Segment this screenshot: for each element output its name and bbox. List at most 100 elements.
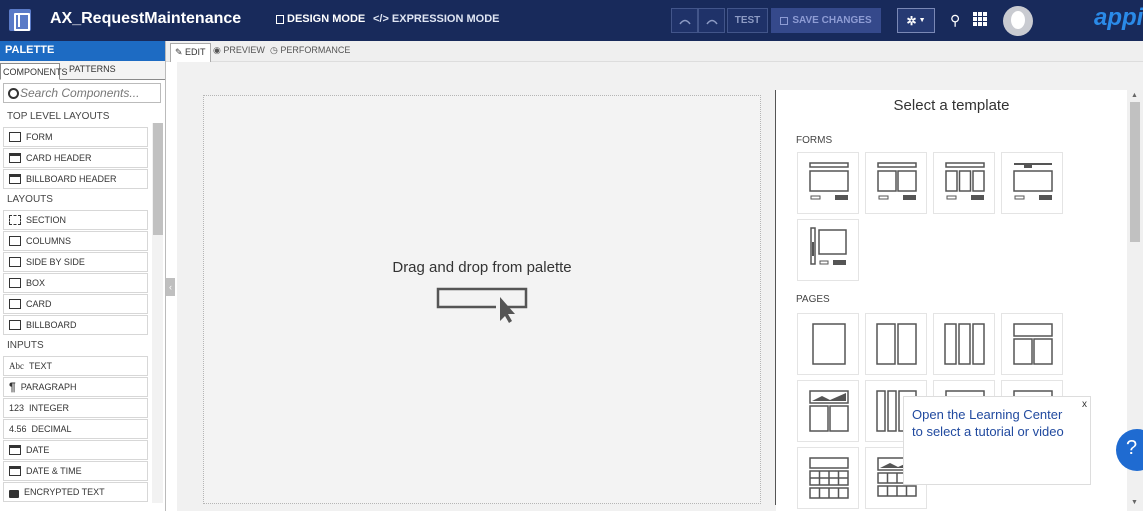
tab-performance[interactable]: ◷ PERFORMANCE [270,45,350,56]
palette-scrollbar[interactable] [152,123,163,503]
component-decimal[interactable]: 4.56 DECIMAL [3,419,148,439]
component-billboard[interactable]: BILLBOARD [3,315,148,335]
date-time-icon [9,466,21,476]
scroll-up-arrow[interactable]: ▲ [1131,92,1138,99]
palette-tabs: COMPONENTS PATTERNS [0,61,165,80]
section-inputs[interactable]: INPUTS [0,336,150,355]
tab-edit[interactable]: ✎ EDIT [170,43,211,62]
expression-mode-toggle[interactable]: </> EXPRESSION MODE [373,13,499,25]
template-form-2[interactable] [865,152,927,214]
learning-center-tooltip[interactable]: Open the Learning Center to select a tut… [903,396,1091,485]
template-page-2[interactable] [865,313,927,375]
page-three-column-icon [944,323,985,365]
component-card[interactable]: CARD [3,294,148,314]
card-icon [9,299,21,309]
palette-title: PALETTE [0,41,165,61]
component-billboard-header[interactable]: BILLBOARD HEADER [3,169,148,189]
palette-panel: PALETTE COMPONENTS PATTERNS Search Compo… [0,41,166,511]
undo-button[interactable] [671,8,698,33]
template-page-9[interactable] [797,447,859,509]
test-button[interactable]: TEST [727,8,768,33]
redo-button[interactable] [698,8,725,33]
pages-section-label: PAGES [796,294,830,305]
gear-icon: ✲ [906,13,917,28]
template-scroll-thumb[interactable] [1130,102,1140,242]
template-form-3[interactable] [933,152,995,214]
component-list: TOP LEVEL LAYOUTS FORM CARD HEADER BILLB… [0,107,150,503]
decimal-icon: 4.56 [9,424,27,434]
appian-logo: appia [1094,4,1143,31]
template-page-4[interactable] [1001,313,1063,375]
template-form-4[interactable] [1001,152,1063,214]
component-form[interactable]: FORM [3,127,148,147]
template-form-1[interactable] [797,152,859,214]
page-dashboard-grid-icon [809,457,849,499]
tab-patterns[interactable]: PATTERNS [69,64,116,74]
clock-icon: ◷ [270,45,281,55]
calendar-icon [9,445,21,455]
search-components-input[interactable]: Search Components... [3,83,161,103]
text-icon: Abc [9,361,24,371]
template-page-3[interactable] [933,313,995,375]
component-date-time[interactable]: DATE & TIME [3,461,148,481]
component-date[interactable]: DATE [3,440,148,460]
component-integer[interactable]: 123 INTEGER [3,398,148,418]
tooltip-line-2: to select a tutorial or video [912,424,1064,439]
avatar[interactable] [1003,6,1033,36]
component-paragraph[interactable]: ¶ PARAGRAPH [3,377,148,397]
template-page-1[interactable] [797,313,859,375]
form-template-icon [809,162,849,200]
undo-icon [678,19,691,24]
section-layouts[interactable]: LAYOUTS [0,190,150,209]
top-bar: AX_RequestMaintenance DESIGN MODE </> EXP… [0,0,1143,41]
billboard-icon [9,320,21,330]
component-section[interactable]: SECTION [3,210,148,230]
editor-tabs: ✎ EDIT ◉ PREVIEW ◷ PERFORMANCE [166,41,1143,62]
close-icon[interactable]: x [1082,399,1087,410]
object-search-icon[interactable]: ⚲ [950,12,960,29]
design-mode-toggle[interactable]: DESIGN MODE [276,13,365,25]
template-page-5[interactable] [797,380,859,442]
drop-zone[interactable]: Drag and drop from palette [203,95,761,504]
component-card-header[interactable]: CARD HEADER [3,148,148,168]
paragraph-icon: ¶ [9,380,16,394]
redo-icon [705,19,718,24]
form-three-column-icon [945,162,985,200]
page-billboard-icon [809,390,849,432]
integer-icon: 123 [9,403,25,413]
form-wizard-icon [1013,163,1053,200]
component-side-by-side[interactable]: SIDE BY SIDE [3,252,148,272]
section-icon [9,215,21,225]
app-grid-icon[interactable] [973,11,988,26]
component-text[interactable]: Abc TEXT [3,356,148,376]
billboard-header-icon [9,174,21,184]
card-header-icon [9,153,21,163]
component-encrypted-text[interactable]: ENCRYPTED TEXT [3,482,148,502]
component-columns[interactable]: COLUMNS [3,231,148,251]
section-top-level-layouts[interactable]: TOP LEVEL LAYOUTS [0,107,150,126]
page-single-column-icon [812,323,846,365]
save-changes-button[interactable]: SAVE CHANGES [771,8,881,33]
component-box[interactable]: BOX [3,273,148,293]
save-icon [780,16,789,25]
lock-icon [9,489,19,498]
eye-icon: ◉ [213,45,224,55]
settings-menu-button[interactable]: ✲ ▼ [897,8,935,33]
palette-scroll-thumb[interactable] [153,123,163,235]
form-two-column-icon [877,162,917,200]
edit-icon: ✎ [175,47,186,57]
tab-components[interactable]: COMPONENTS [0,63,68,80]
tab-preview[interactable]: ◉ PREVIEW [213,45,265,56]
collapse-palette-button[interactable]: ‹ [166,278,175,296]
page-header-two-column-icon [1013,323,1053,365]
chevron-down-icon: ▼ [918,17,926,24]
template-form-5[interactable] [797,219,859,281]
drop-instruction: Drag and drop from palette [392,259,572,276]
template-panel-title: Select a template [893,97,1010,114]
app-designer-icon[interactable] [9,9,31,31]
form-icon [9,132,21,142]
form-sidebar-icon [810,227,847,265]
columns-icon [9,236,21,246]
scroll-down-arrow[interactable]: ▼ [1131,499,1138,506]
drag-drop-icon [436,287,528,323]
